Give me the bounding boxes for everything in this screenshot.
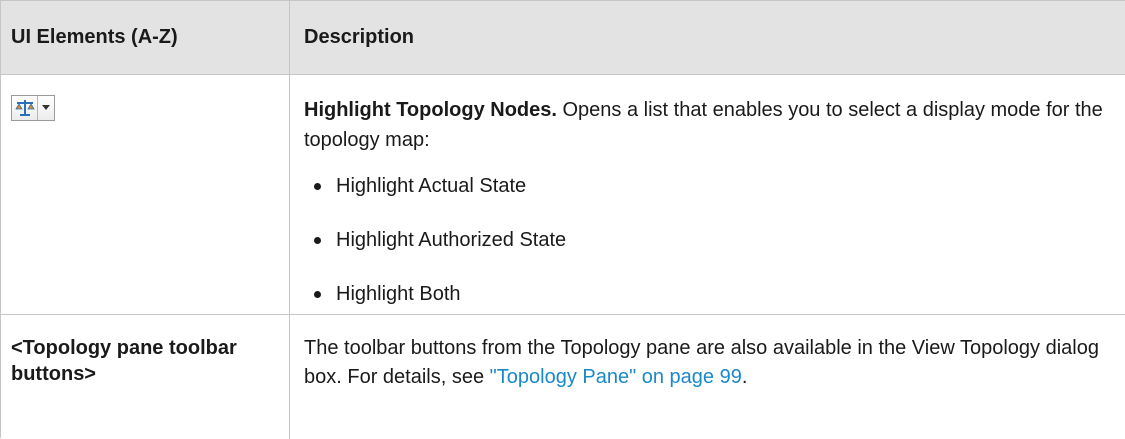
description-end: . xyxy=(741,366,748,388)
list-item: Highlight Actual State xyxy=(304,171,1111,201)
highlight-topology-nodes-button[interactable] xyxy=(11,95,55,121)
table-row: <Topology pane toolbar buttons> The tool… xyxy=(1,315,1125,439)
bullet-icon xyxy=(314,237,321,244)
header-description: Description xyxy=(304,26,415,48)
list-item: Highlight Authorized State xyxy=(304,225,1111,255)
description-cell: The toolbar buttons from the Topology pa… xyxy=(290,315,1125,439)
table-row: Highlight Topology Nodes. Opens a list t… xyxy=(1,75,1125,315)
ui-element-label: <Topology pane toolbar buttons> xyxy=(1,315,290,439)
list-item-label: Highlight Authorized State xyxy=(336,229,567,251)
topology-pane-link[interactable]: "Topology Pane" on page 99 xyxy=(490,366,742,388)
balance-scale-icon[interactable] xyxy=(12,96,38,120)
ui-elements-table: UI Elements (A-Z) Description Highlight … xyxy=(0,0,1125,439)
ui-element-cell xyxy=(1,75,290,314)
bullet-icon xyxy=(314,291,321,298)
description-paragraph: Highlight Topology Nodes. Opens a list t… xyxy=(304,95,1111,155)
balance-scale-glyph xyxy=(14,100,35,116)
display-mode-list: Highlight Actual State Highlight Authori… xyxy=(304,171,1111,309)
dropdown-arrow-glyph xyxy=(42,105,50,110)
description-title: Highlight Topology Nodes. xyxy=(304,99,557,121)
chevron-down-icon[interactable] xyxy=(38,96,54,120)
description-cell: Highlight Topology Nodes. Opens a list t… xyxy=(290,75,1125,314)
header-ui-elements: UI Elements (A-Z) xyxy=(1,1,290,74)
table-header-row: UI Elements (A-Z) Description xyxy=(1,1,1125,75)
list-item: Highlight Both xyxy=(304,279,1111,309)
list-item-label: Highlight Both xyxy=(336,283,461,305)
bullet-icon xyxy=(314,183,321,190)
list-item-label: Highlight Actual State xyxy=(336,175,527,197)
